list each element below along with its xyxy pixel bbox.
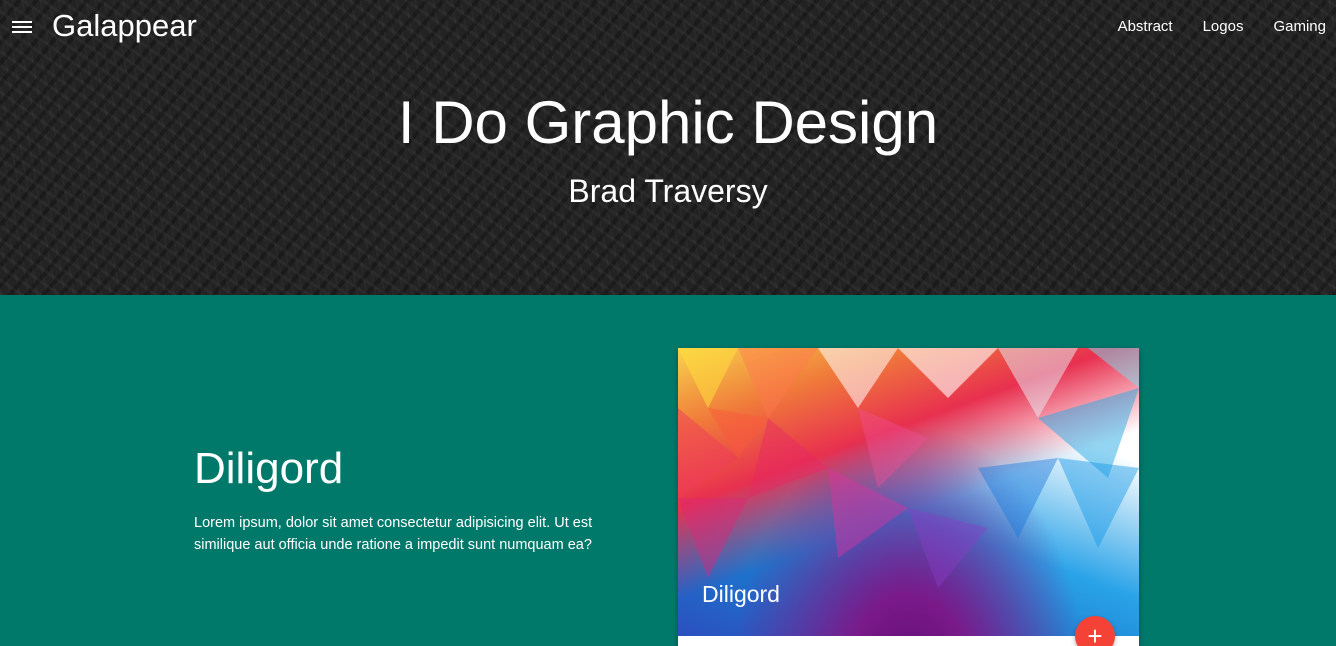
section-text: Lorem ipsum, dolor sit amet consectetur … — [194, 515, 593, 553]
plus-icon: + — [1087, 621, 1103, 646]
nav-link-abstract[interactable]: Abstract — [1103, 17, 1188, 37]
portfolio-card: Diligord + — [678, 348, 1139, 646]
nav-link-logos[interactable]: Logos — [1188, 17, 1259, 37]
nav-link-gaming[interactable]: Gaming — [1258, 17, 1326, 37]
hero-title: I Do Graphic Design — [397, 89, 939, 156]
card-caption: Diligord — [702, 581, 780, 607]
hamburger-menu-icon[interactable] — [12, 19, 32, 35]
card-image: Diligord — [678, 348, 1139, 636]
top-nav: Abstract Logos Gaming — [1103, 17, 1326, 37]
section-title: Diligord — [194, 444, 344, 493]
hero-subtitle: Brad Traversy — [568, 173, 768, 209]
brand-logo[interactable]: Galappear — [52, 8, 197, 44]
hero-header: Galappear Abstract Logos Gaming I Do Gra… — [0, 0, 1336, 295]
